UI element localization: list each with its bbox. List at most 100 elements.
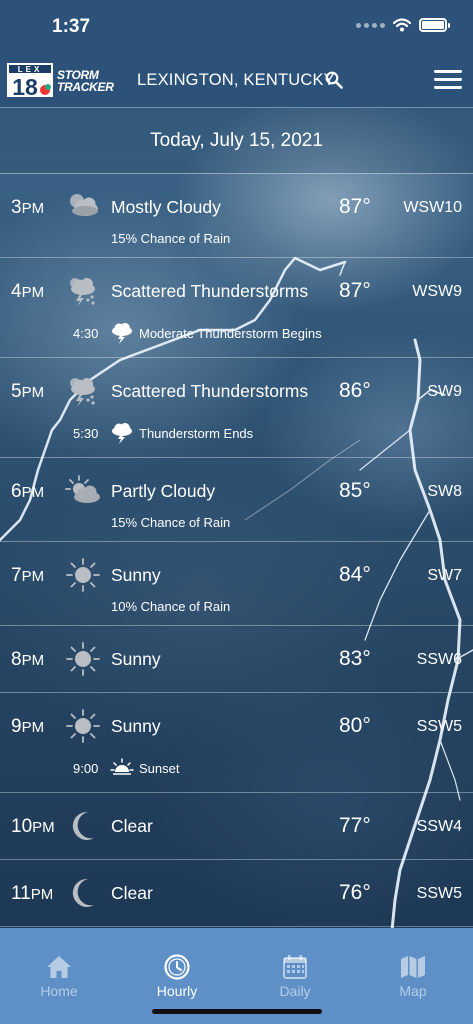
condition-label: Scattered Thunderstorms [111,281,309,301]
svg-text:18: 18 [12,74,38,97]
hour-ampm: PM [21,719,45,736]
tab-hourly[interactable]: Hourly [118,928,236,1008]
temperature-label: 76° [339,881,371,904]
hour-ampm: PM [21,284,45,301]
status-time: 1:37 [52,16,91,37]
status-icons [356,18,450,32]
hour-number: 8 [11,649,22,670]
rain-chance-label: 15% Chance of Rain [111,515,231,530]
hour-label: 8PM [11,649,44,671]
tab-map-label: Map [399,983,427,999]
hour-row[interactable]: 5PM Scattered Thunderstorms 86° SW9 5:30 Thun… [0,358,473,458]
wifi-icon [393,18,411,32]
sun-icon [64,642,102,676]
brand-line2: TRACKER [57,80,114,94]
temperature-label: 77° [339,814,371,837]
hour-label: 11PM [11,883,53,905]
tab-hourly-label: Hourly [156,983,198,999]
tab-map[interactable]: Map [354,928,472,1008]
hour-ampm: PM [21,652,45,669]
condition-label: Partly Cloudy [111,481,216,501]
condition-label: Sunny [111,649,161,669]
hour-label: 7PM [11,565,44,587]
hour-number: 9 [11,716,22,737]
moon-icon [64,876,102,910]
hour-number: 3 [11,197,22,218]
hour-number: 4 [11,281,22,302]
hour-label: 5PM [11,381,44,403]
search-icon[interactable] [325,71,343,89]
hour-label: 10PM [11,816,55,838]
thunderstorm-icon [64,274,102,308]
svg-text:LEX: LEX [18,65,43,74]
date-header: Today, July 15, 2021 [0,108,473,174]
app-header: LEX 18 STORM TRACKER LEXINGTON, KENTUCKY [0,54,473,108]
home-indicator [152,1009,322,1014]
hamburger-menu-icon[interactable] [434,70,462,92]
hour-number: 10 [11,816,33,837]
hour-number: 5 [11,381,22,402]
hour-label: 3PM [11,197,44,219]
hour-label: 9PM [11,716,44,738]
hour-label: 4PM [11,281,44,303]
hour-row[interactable]: 10PM Clear 77° SSW4 [0,793,473,860]
lightning-cloud-icon [110,322,134,344]
lex18-logo: LEX 18 [7,63,53,97]
hour-ampm: PM [21,568,45,585]
temperature-label: 84° [339,563,371,586]
wind-label: SW7 [427,567,462,584]
hour-row[interactable]: 6PM Partly Cloudy 85° SW8 15% Chance of Rain [0,458,473,542]
hour-row[interactable]: 11PM Clear 76° SSW5 [0,860,473,927]
sunset-icon [110,757,134,779]
temperature-label: 86° [339,379,371,402]
wind-label: SW8 [427,483,462,500]
sun-icon [64,709,102,743]
calendar-icon [283,955,307,979]
condition-label: Clear [111,883,153,903]
wind-label: SW9 [427,383,462,400]
wind-label: SSW5 [416,885,462,902]
tab-daily-label: Daily [279,983,311,999]
storm-tracker-logo: STORM TRACKER [57,69,114,93]
tab-daily[interactable]: Daily [236,928,354,1008]
partly-cloudy-icon [64,474,102,508]
condition-label: Clear [111,816,153,836]
temperature-label: 83° [339,647,371,670]
condition-label: Scattered Thunderstorms [111,381,309,401]
condition-label: Sunny [111,716,161,736]
event-label: Moderate Thunderstorm Begins [139,326,322,341]
rain-chance-label: 10% Chance of Rain [111,599,231,614]
tab-home-label: Home [40,983,78,999]
tab-home[interactable]: Home [0,928,118,1008]
sun-icon [64,558,102,592]
rain-chance-label: 15% Chance of Rain [111,231,231,246]
hour-number: 6 [11,481,22,502]
hour-number: 11 [11,883,31,904]
wind-label: WSW10 [403,199,462,216]
event-time-label: 9:00 [73,761,99,776]
hour-number: 7 [11,565,22,586]
temperature-label: 80° [339,714,371,737]
location-label[interactable]: LEXINGTON, KENTUCKY [137,71,335,90]
event-label: Thunderstorm Ends [139,426,254,441]
hour-row[interactable]: 9PM Sunny 80° SSW5 9:00 Sunset [0,693,473,793]
wind-label: SSW4 [416,818,462,835]
wind-label: SSW6 [416,651,462,668]
mostly-cloudy-icon [64,190,102,224]
hour-row[interactable]: 4PM Scattered Thunderstorms 87° WSW9 4:30 Mod… [0,258,473,358]
hour-ampm: PM [21,484,45,501]
event-label: Sunset [139,761,180,776]
clock-icon [164,954,190,980]
thunderstorm-icon [64,374,102,408]
condition-label: Mostly Cloudy [111,197,221,217]
event-time-label: 5:30 [73,426,99,441]
hour-ampm: PM [21,384,45,401]
hour-row[interactable]: 3PM Mostly Cloudy 87° WSW10 15% Chance of Ra… [0,174,473,258]
hour-row[interactable]: 8PM Sunny 83° SSW6 [0,626,473,693]
status-bar: 1:37 [0,0,473,54]
wind-label: SSW5 [416,718,462,735]
temperature-label: 87° [339,195,371,218]
cellular-signal-icon [356,22,385,28]
hour-row[interactable]: 7PM Sunny 84° SW7 10% Chance of Rain [0,542,473,626]
temperature-label: 87° [339,279,371,302]
